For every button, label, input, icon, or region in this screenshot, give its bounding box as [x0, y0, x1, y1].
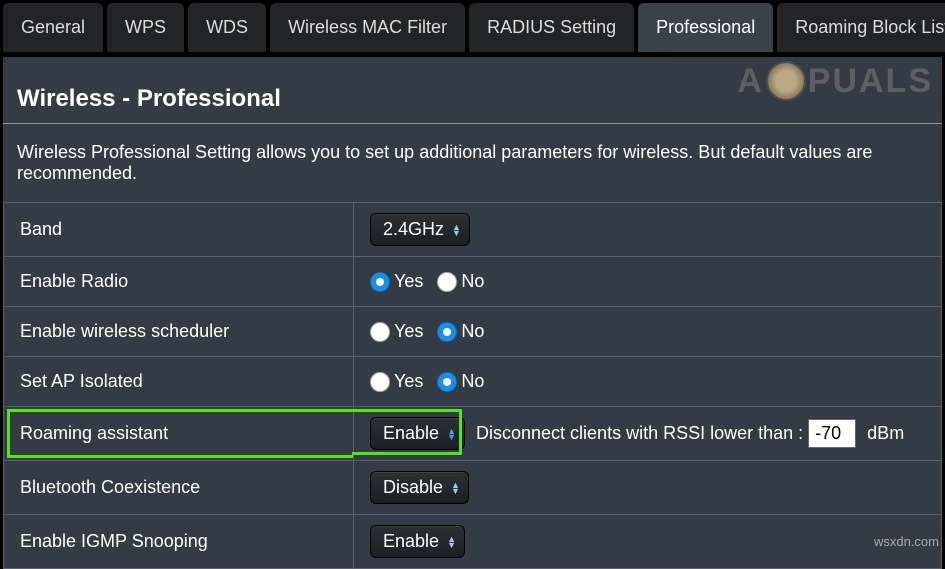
- tab-wds[interactable]: WDS: [188, 3, 266, 52]
- row-ap-isolated: Set AP Isolated Yes No: [4, 357, 942, 407]
- page-description: Wireless Professional Setting allows you…: [3, 124, 942, 202]
- select-band-value: 2.4GHz: [383, 219, 444, 240]
- row-enable-radio: Enable Radio Yes No: [4, 257, 942, 307]
- footer-source: wsxdn.com: [874, 534, 939, 549]
- row-band: Band 2.4GHz ▲▼: [4, 203, 942, 257]
- radio-enable-scheduler-yes[interactable]: Yes: [370, 321, 423, 342]
- watermark-prefix: A: [737, 62, 764, 101]
- updown-icon: ▲▼: [452, 224, 461, 236]
- label-bluetooth-coexistence: Bluetooth Coexistence: [4, 461, 354, 515]
- radio-unchecked-icon: [437, 272, 457, 292]
- radio-checked-icon: [370, 272, 390, 292]
- updown-icon: ▲▼: [447, 536, 456, 548]
- radio-checked-icon: [437, 322, 457, 342]
- row-roaming-assistant: Roaming assistant Enable ▲▼ Disconnect c…: [4, 407, 942, 461]
- row-enable-scheduler: Enable wireless scheduler Yes No: [4, 307, 942, 357]
- radio-enable-scheduler-no[interactable]: No: [437, 321, 484, 342]
- select-roaming-assistant-value: Enable: [383, 423, 439, 444]
- radio-unchecked-icon: [370, 372, 390, 392]
- updown-icon: ▲▼: [451, 482, 460, 494]
- input-rssi-threshold[interactable]: [808, 419, 856, 448]
- radio-enable-radio-no[interactable]: No: [437, 271, 484, 292]
- updown-icon: ▲▼: [447, 428, 456, 440]
- tab-bar: General WPS WDS Wireless MAC Filter RADI…: [3, 3, 945, 57]
- rssi-text: Disconnect clients with RSSI lower than …: [476, 423, 803, 443]
- select-igmp-snooping[interactable]: Enable ▲▼: [370, 525, 465, 558]
- tab-wps[interactable]: WPS: [107, 3, 184, 52]
- select-igmp-snooping-value: Enable: [383, 531, 439, 552]
- radio-ap-isolated-yes[interactable]: Yes: [370, 371, 423, 392]
- tab-wireless-mac-filter[interactable]: Wireless MAC Filter: [270, 3, 465, 52]
- tab-professional[interactable]: Professional: [638, 3, 773, 52]
- radio-group-enable-radio: Yes No: [370, 271, 925, 292]
- radio-checked-icon: [437, 372, 457, 392]
- select-roaming-assistant[interactable]: Enable ▲▼: [370, 417, 465, 450]
- row-bluetooth-coexistence: Bluetooth Coexistence Disable ▲▼: [4, 461, 942, 515]
- label-ap-isolated: Set AP Isolated: [4, 357, 354, 407]
- watermark: A PUALS: [737, 61, 933, 101]
- tab-general[interactable]: General: [3, 3, 103, 52]
- rssi-unit: dBm: [867, 423, 904, 443]
- label-enable-scheduler: Enable wireless scheduler: [4, 307, 354, 357]
- radio-unchecked-icon: [370, 322, 390, 342]
- tab-roaming-block-list[interactable]: Roaming Block List: [777, 3, 945, 52]
- radio-enable-radio-yes[interactable]: Yes: [370, 271, 423, 292]
- label-igmp-snooping: Enable IGMP Snooping: [4, 515, 354, 569]
- tab-radius-setting[interactable]: RADIUS Setting: [469, 3, 634, 52]
- select-band[interactable]: 2.4GHz ▲▼: [370, 213, 470, 246]
- radio-group-ap-isolated: Yes No: [370, 371, 925, 392]
- radio-ap-isolated-no[interactable]: No: [437, 371, 484, 392]
- radio-group-enable-scheduler: Yes No: [370, 321, 925, 342]
- main-panel: Wireless - Professional Wireless Profess…: [3, 57, 942, 569]
- watermark-avatar-icon: [766, 61, 806, 101]
- label-roaming-assistant: Roaming assistant: [4, 407, 354, 461]
- select-bluetooth-coexistence[interactable]: Disable ▲▼: [370, 471, 469, 504]
- label-band: Band: [4, 203, 354, 257]
- select-bluetooth-coexistence-value: Disable: [383, 477, 443, 498]
- row-igmp-snooping: Enable IGMP Snooping Enable ▲▼: [4, 515, 942, 569]
- watermark-suffix: PUALS: [808, 62, 933, 101]
- settings-table: Band 2.4GHz ▲▼ Enable Radio Yes: [3, 202, 942, 569]
- label-enable-radio: Enable Radio: [4, 257, 354, 307]
